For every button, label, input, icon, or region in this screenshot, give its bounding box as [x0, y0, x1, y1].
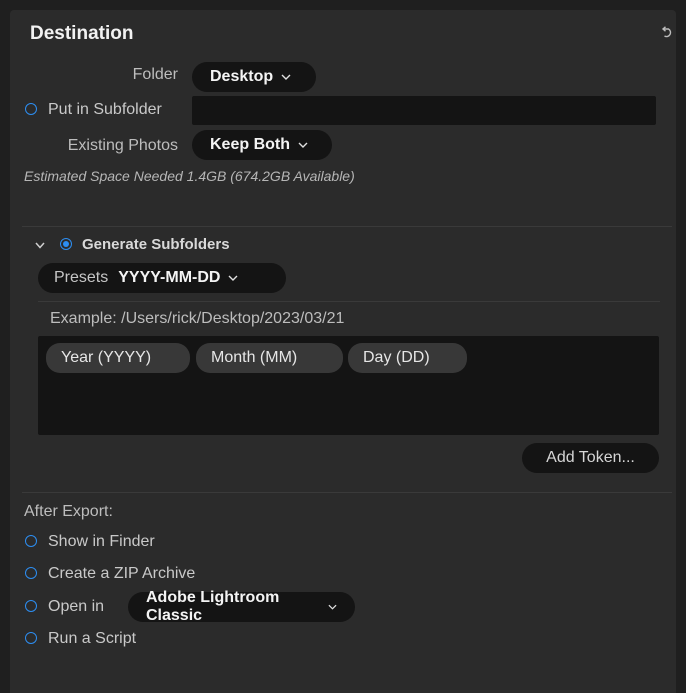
space-estimate: Estimated Space Needed 1.4GB (674.2GB Av… — [24, 168, 355, 184]
open-in-label: Open in — [48, 598, 105, 615]
subfolder-label: Put in Subfolder — [48, 101, 162, 118]
presets-value: YYYY-MM-DD — [118, 269, 221, 286]
zip-archive-label: Create a ZIP Archive — [48, 565, 196, 582]
presets-label: Presets — [54, 269, 109, 286]
subfolder-input[interactable] — [192, 96, 656, 125]
open-in-app-value: Adobe Lightroom Classic — [146, 589, 280, 624]
reset-icon[interactable] — [660, 26, 674, 40]
chevron-down-icon — [328, 604, 337, 610]
generate-subfolders-radio[interactable] — [60, 238, 72, 250]
token-field[interactable]: Year (YYYY) Month (MM) Day (DD) — [38, 336, 659, 435]
generate-subfolders-label: Generate Subfolders — [82, 236, 230, 253]
open-in-radio[interactable] — [25, 600, 37, 612]
folder-dropdown[interactable]: Desktop — [192, 62, 316, 92]
presets-dropdown[interactable]: Presets YYYY-MM-DD — [38, 263, 286, 293]
divider — [38, 301, 660, 302]
chevron-down-icon — [281, 74, 291, 80]
show-in-finder-label: Show in Finder — [48, 533, 155, 550]
divider — [22, 492, 672, 493]
existing-photos-dropdown[interactable]: Keep Both — [192, 130, 332, 160]
chevron-down-icon — [228, 275, 238, 281]
panel-title: Destination — [30, 23, 134, 44]
show-in-finder-radio[interactable] — [25, 535, 37, 547]
open-in-app-dropdown[interactable]: Adobe Lightroom Classic — [128, 589, 355, 624]
divider — [22, 226, 672, 227]
subfolder-radio[interactable] — [25, 103, 37, 115]
token-year[interactable]: Year (YYYY) — [46, 343, 190, 373]
existing-photos-value: Keep Both — [210, 136, 290, 153]
chevron-down-icon — [298, 142, 308, 148]
zip-archive-radio[interactable] — [25, 567, 37, 579]
example-path: Example: /Users/rick/Desktop/2023/03/21 — [50, 310, 345, 327]
collapse-chevron-icon[interactable] — [35, 242, 45, 249]
folder-label: Folder — [132, 66, 178, 83]
run-script-label: Run a Script — [48, 630, 137, 647]
existing-photos-label: Existing Photos — [67, 137, 178, 154]
folder-value: Desktop — [210, 68, 274, 85]
token-month[interactable]: Month (MM) — [196, 343, 343, 373]
token-day[interactable]: Day (DD) — [348, 343, 467, 373]
after-export-heading: After Export: — [24, 503, 113, 520]
run-script-radio[interactable] — [25, 632, 37, 644]
add-token-button[interactable]: Add Token... — [522, 443, 659, 473]
